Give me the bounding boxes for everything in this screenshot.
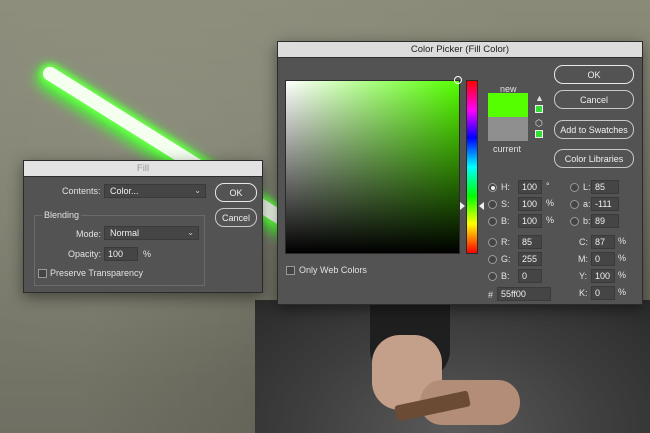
red-label: R: bbox=[501, 237, 510, 247]
color-picker-title: Color Picker (Fill Color) bbox=[278, 42, 642, 58]
saturation-radio[interactable] bbox=[488, 200, 497, 209]
lab-l-radio[interactable] bbox=[570, 183, 579, 192]
new-color-swatch bbox=[488, 93, 528, 117]
opacity-unit: % bbox=[143, 249, 152, 259]
contents-label: Contents: bbox=[62, 186, 101, 196]
opacity-field[interactable]: 100 bbox=[104, 247, 138, 261]
brightness-unit: % bbox=[546, 215, 555, 225]
opacity-label: Opacity: bbox=[68, 249, 102, 259]
green-radio[interactable] bbox=[488, 255, 497, 264]
hex-label: # bbox=[488, 290, 494, 300]
yellow-field[interactable]: 100 bbox=[591, 269, 615, 283]
color-libraries-button[interactable]: Color Libraries bbox=[554, 149, 634, 168]
magenta-unit: % bbox=[618, 253, 627, 263]
blue-label: B: bbox=[501, 271, 510, 281]
green-field[interactable]: 255 bbox=[518, 252, 542, 266]
blue-field[interactable]: 0 bbox=[518, 269, 542, 283]
lab-a-radio[interactable] bbox=[570, 200, 579, 209]
cyan-label: C: bbox=[579, 237, 588, 247]
current-color-swatch[interactable] bbox=[488, 117, 528, 141]
ok-button[interactable]: OK bbox=[554, 65, 634, 84]
preserve-transparency-label: Preserve Transparency bbox=[50, 268, 144, 278]
yellow-unit: % bbox=[618, 270, 627, 280]
brightness-radio[interactable] bbox=[488, 217, 497, 226]
hue-slider[interactable] bbox=[466, 80, 478, 254]
current-label: current bbox=[493, 144, 522, 154]
blue-radio[interactable] bbox=[488, 272, 497, 281]
hue-label: H: bbox=[501, 182, 510, 192]
web-safe-color-swatch[interactable] bbox=[535, 130, 543, 138]
lab-b-field[interactable]: 89 bbox=[591, 214, 619, 228]
chevron-down-icon: ⌄ bbox=[194, 186, 201, 195]
magenta-label: M: bbox=[578, 254, 588, 264]
lab-a-field[interactable]: -111 bbox=[591, 197, 619, 211]
lab-l-field[interactable]: 85 bbox=[591, 180, 619, 194]
hex-field[interactable]: 55ff00 bbox=[497, 287, 551, 301]
yellow-label: Y: bbox=[579, 271, 588, 281]
out-of-gamut-warning-icon[interactable]: ▲ bbox=[535, 93, 544, 103]
mode-label: Mode: bbox=[76, 229, 102, 239]
contents-select-value: Color... bbox=[110, 186, 139, 196]
preserve-transparency-checkbox[interactable] bbox=[38, 269, 47, 278]
hue-radio[interactable] bbox=[488, 183, 497, 192]
mode-select[interactable]: Normal ⌄ bbox=[104, 226, 199, 240]
green-label: G: bbox=[501, 254, 511, 264]
add-to-swatches-button[interactable]: Add to Swatches bbox=[554, 120, 634, 139]
saturation-label: S: bbox=[501, 199, 510, 209]
gamut-color-swatch[interactable] bbox=[535, 105, 543, 113]
magenta-field[interactable]: 0 bbox=[591, 252, 615, 266]
fill-dialog: Fill Contents: Color... ⌄ OK Cancel Blen… bbox=[23, 160, 263, 293]
contents-select[interactable]: Color... ⌄ bbox=[104, 184, 206, 198]
black-unit: % bbox=[618, 287, 627, 297]
cancel-button[interactable]: Cancel bbox=[554, 90, 634, 109]
only-web-colors-checkbox[interactable] bbox=[286, 266, 295, 275]
fill-dialog-title: Fill bbox=[24, 161, 262, 177]
hue-slider-arrow-left-icon[interactable] bbox=[460, 202, 465, 210]
only-web-colors-label: Only Web Colors bbox=[299, 265, 367, 275]
cyan-field[interactable]: 87 bbox=[591, 235, 615, 249]
lab-b-label: b: bbox=[583, 216, 591, 226]
mode-select-value: Normal bbox=[110, 228, 140, 238]
ok-button[interactable]: OK bbox=[215, 183, 257, 202]
black-label: K: bbox=[579, 288, 588, 298]
black-field[interactable]: 0 bbox=[591, 286, 615, 300]
web-safe-cube-icon[interactable]: ⬡ bbox=[535, 118, 543, 129]
lab-a-label: a: bbox=[583, 199, 591, 209]
color-selection-marker[interactable] bbox=[454, 76, 462, 84]
red-radio[interactable] bbox=[488, 238, 497, 247]
lab-l-label: L: bbox=[583, 182, 591, 192]
saturation-unit: % bbox=[546, 198, 555, 208]
hue-unit: ° bbox=[546, 181, 550, 191]
color-field[interactable] bbox=[285, 80, 460, 254]
saturation-field[interactable]: 100 bbox=[518, 197, 542, 211]
brightness-field[interactable]: 100 bbox=[518, 214, 542, 228]
red-field[interactable]: 85 bbox=[518, 235, 542, 249]
cancel-button[interactable]: Cancel bbox=[215, 208, 257, 227]
cyan-unit: % bbox=[618, 236, 627, 246]
blending-label: Blending bbox=[42, 210, 82, 220]
hue-slider-arrow-right-icon[interactable] bbox=[479, 202, 484, 210]
chevron-down-icon: ⌄ bbox=[187, 228, 194, 237]
color-picker-dialog: Color Picker (Fill Color) new current ▲ … bbox=[277, 41, 643, 305]
hue-field[interactable]: 100 bbox=[518, 180, 542, 194]
brightness-label: B: bbox=[501, 216, 510, 226]
lab-b-radio[interactable] bbox=[570, 217, 579, 226]
